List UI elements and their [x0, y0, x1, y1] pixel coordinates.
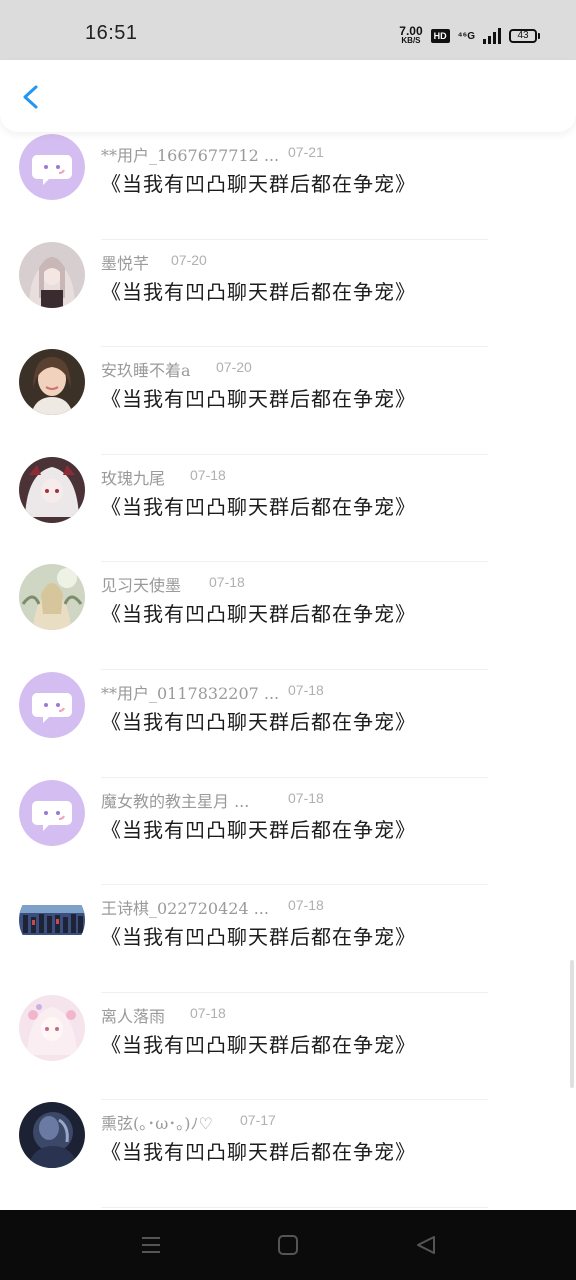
comment-date: 07-18 [288, 789, 324, 806]
avatar[interactable] [19, 779, 85, 846]
divider [101, 1206, 488, 1208]
battery-level: 43 [509, 29, 537, 43]
comment-date: 07-20 [216, 359, 252, 376]
scrollbar[interactable] [570, 960, 574, 1088]
comment-text: 《当我有凹凸聊天群后都在争宠》 [101, 1032, 416, 1057]
status-icons: 7.00 KB/S HD ⁴⁶G 43 [399, 24, 540, 48]
comment-date: 07-18 [190, 1004, 226, 1021]
commenter-name[interactable]: **用户_1667677712 ... [101, 146, 279, 165]
avatar[interactable] [19, 887, 85, 954]
avatar[interactable] [19, 241, 85, 308]
commenter-name[interactable]: 安玖睡不着a [101, 361, 191, 380]
menu-icon[interactable] [139, 1234, 163, 1256]
comment-date: 07-20 [171, 251, 207, 268]
comment-date: 07-18 [190, 466, 226, 483]
comment-item[interactable]: 熏弦(｡･ω･｡)ﾉ♡ 07-17 《当我有凹凸聊天群后都在争宠》 [0, 1100, 576, 1208]
comment-item[interactable]: 魔女教的教主星月 ... 07-18 《当我有凹凸聊天群后都在争宠》 [0, 778, 576, 886]
avatar[interactable] [19, 1102, 85, 1169]
signal-icon [483, 28, 501, 44]
comment-date: 07-21 [288, 144, 324, 160]
avatar[interactable] [19, 456, 85, 523]
commenter-name[interactable]: **用户_0117832207 ... [101, 684, 279, 703]
avatar[interactable] [19, 349, 85, 416]
comment-date: 07-17 [240, 1112, 276, 1129]
comment-text: 《当我有凹凸聊天群后都在争宠》 [101, 709, 416, 734]
comment-meta: 王诗棋_022720424 ... 07-18 [101, 895, 324, 919]
comment-meta: 离人落雨 07-18 [101, 1003, 226, 1027]
comment-text: 《当我有凹凸聊天群后都在争宠》 [101, 279, 416, 304]
network-speed-unit: KB/S [401, 36, 421, 45]
comment-text: 《当我有凹凸聊天群后都在争宠》 [101, 925, 416, 950]
battery-icon: 43 [509, 29, 540, 43]
comment-meta: 安玖睡不着a 07-20 [101, 357, 252, 381]
comment-text: 《当我有凹凸聊天群后都在争宠》 [101, 172, 416, 196]
comment-text: 《当我有凹凸聊天群后都在争宠》 [101, 387, 416, 412]
commenter-name[interactable]: 见习天使墨 [101, 576, 181, 595]
comment-date: 07-18 [288, 681, 324, 698]
commenter-name[interactable]: 熏弦(｡･ω･｡)ﾉ♡ [101, 1114, 213, 1133]
comment-item[interactable]: **用户_0117832207 ... 07-18 《当我有凹凸聊天群后都在争宠》 [0, 670, 576, 778]
avatar[interactable] [19, 134, 85, 200]
comment-item[interactable]: 离人落雨 07-18 《当我有凹凸聊天群后都在争宠》 [0, 993, 576, 1101]
commenter-name[interactable]: 离人落雨 [101, 1007, 165, 1026]
avatar[interactable] [19, 671, 85, 738]
comment-item[interactable]: 墨悦芊 07-20 《当我有凹凸聊天群后都在争宠》 [0, 240, 576, 348]
comment-meta: 见习天使墨 07-18 [101, 572, 245, 596]
comment-item[interactable]: 安玖睡不着a 07-20 《当我有凹凸聊天群后都在争宠》 [0, 347, 576, 455]
commenter-name[interactable]: 王诗棋_022720424 ... [101, 899, 269, 918]
comment-date: 07-18 [288, 897, 324, 914]
comment-text: 《当我有凹凸聊天群后都在争宠》 [101, 817, 416, 842]
home-square-icon[interactable] [276, 1234, 300, 1256]
avatar[interactable] [19, 994, 85, 1061]
commenter-name[interactable]: 玫瑰九尾 [101, 469, 165, 488]
comment-item[interactable]: 王诗棋_022720424 ... 07-18 《当我有凹凸聊天群后都在争宠》 [0, 885, 576, 993]
comment-date: 07-18 [209, 574, 245, 591]
status-bar: 16:51 7.00 KB/S HD ⁴⁶G 43 [0, 0, 576, 60]
hd-icon: HD [430, 29, 450, 43]
top-bar [0, 60, 576, 132]
avatar[interactable] [19, 564, 85, 631]
network-speed-value: 7.00 [399, 24, 423, 38]
comment-item[interactable]: **用户_1667677712 ... 07-21 《当我有凹凸聊天群后都在争宠》 [0, 132, 576, 240]
comment-text: 《当我有凹凸聊天群后都在争宠》 [101, 1140, 416, 1165]
network-type-icon: ⁴⁶G [457, 30, 475, 42]
navigation-bar [0, 1210, 576, 1280]
comment-meta: 熏弦(｡･ω･｡)ﾉ♡ 07-17 [101, 1110, 276, 1134]
comment-meta: 墨悦芊 07-20 [101, 250, 207, 274]
commenter-name[interactable]: 魔女教的教主星月 ... [101, 792, 249, 811]
comment-meta: 玫瑰九尾 07-18 [101, 465, 226, 489]
network-speed: 7.00 KB/S [399, 24, 423, 45]
comment-list: **用户_1667677712 ... 07-21 《当我有凹凸聊天群后都在争宠》墨… [0, 132, 576, 1208]
comment-item[interactable]: 玫瑰九尾 07-18 《当我有凹凸聊天群后都在争宠》 [0, 455, 576, 563]
comment-text: 《当我有凹凸聊天群后都在争宠》 [101, 602, 416, 627]
comment-item[interactable]: 见习天使墨 07-18 《当我有凹凸聊天群后都在争宠》 [0, 562, 576, 670]
comment-meta: 魔女教的教主星月 ... 07-18 [101, 788, 324, 812]
commenter-name[interactable]: 墨悦芊 [101, 254, 149, 273]
comment-meta: **用户_1667677712 ... 07-21 [101, 142, 324, 166]
comment-meta: **用户_0117832207 ... 07-18 [101, 680, 324, 704]
comment-text: 《当我有凹凸聊天群后都在争宠》 [101, 494, 416, 519]
status-time: 16:51 [85, 22, 138, 44]
back-triangle-icon[interactable] [414, 1234, 438, 1256]
chevron-left-icon[interactable] [16, 82, 46, 112]
